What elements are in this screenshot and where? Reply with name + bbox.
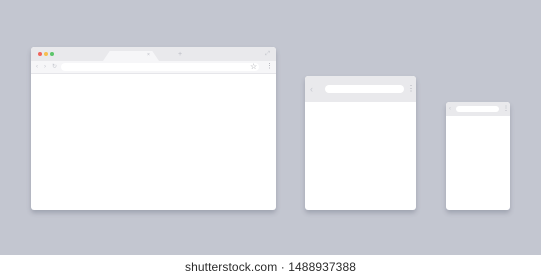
- watermark-text: shutterstock.com · 1488937388: [185, 260, 356, 274]
- tablet-menu-icon[interactable]: ⋮: [407, 83, 415, 95]
- tablet-back-arrow-icon[interactable]: ‹: [310, 84, 313, 94]
- new-tab-icon[interactable]: +: [178, 51, 182, 59]
- phone-back-arrow-icon[interactable]: ‹: [449, 105, 451, 113]
- desktop-menu-icon[interactable]: ⋮: [266, 62, 273, 72]
- close-window-button[interactable]: [38, 52, 42, 56]
- bookmark-star-icon[interactable]: ☆: [250, 62, 257, 72]
- tablet-browser-window: ‹ ⋮: [305, 76, 416, 210]
- resize-window-icon[interactable]: ⤢: [265, 50, 270, 58]
- desktop-browser-window: × + ⤢ ‹ › ↻ ☆ ⋮: [31, 47, 276, 210]
- maximize-window-button[interactable]: [50, 52, 54, 56]
- phone-address-bar[interactable]: [456, 106, 499, 112]
- browser-tab[interactable]: [103, 51, 159, 61]
- desktop-address-bar[interactable]: [61, 63, 259, 71]
- back-arrow-icon[interactable]: ‹: [36, 63, 38, 71]
- tab-close-icon[interactable]: ×: [147, 52, 150, 58]
- forward-arrow-icon[interactable]: ›: [44, 63, 46, 71]
- phone-browser-window: ‹ ⋮: [446, 102, 510, 210]
- tablet-address-bar[interactable]: [325, 85, 404, 93]
- minimize-window-button[interactable]: [44, 52, 48, 56]
- phone-menu-icon[interactable]: ⋮: [503, 105, 509, 113]
- reload-icon[interactable]: ↻: [52, 63, 57, 71]
